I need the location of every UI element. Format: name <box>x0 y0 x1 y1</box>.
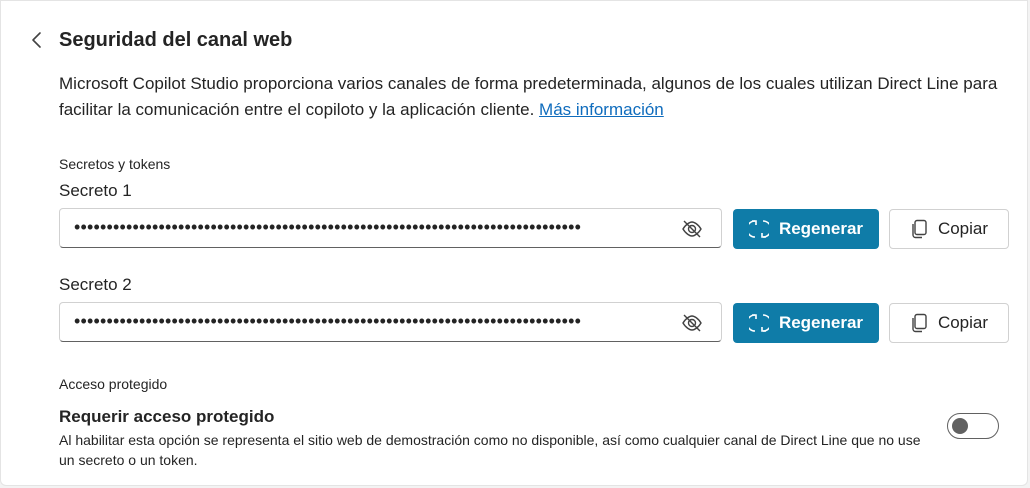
secret-2-label: Secreto 2 <box>59 275 132 294</box>
web-channel-security-panel: Seguridad del canal web Microsoft Copilo… <box>0 0 1028 486</box>
back-button[interactable] <box>25 28 49 52</box>
regenerate-label: Regenerar <box>778 219 864 238</box>
secret-1-label: Secreto 1 <box>59 181 132 200</box>
copy-icon <box>912 219 927 239</box>
eye-off-icon[interactable] <box>681 218 703 240</box>
secrets-section-label: Secretos y tokens <box>59 156 171 172</box>
secret-2-masked-value: ••••••••••••••••••••••••••••••••••••••••… <box>74 311 582 331</box>
chevron-left-icon <box>32 32 41 48</box>
page-title: Seguridad del canal web <box>59 29 293 51</box>
secret-1-masked-value: ••••••••••••••••••••••••••••••••••••••••… <box>74 217 582 237</box>
eye-off-icon[interactable] <box>681 312 703 334</box>
regenerate-secret-2-button[interactable]: Regenerar <box>733 303 879 343</box>
description-text: Microsoft Copilot Studio proporciona var… <box>59 74 998 119</box>
copy-label: Copiar <box>937 219 989 238</box>
regenerate-secret-1-button[interactable]: Regenerar <box>733 209 879 249</box>
copy-icon <box>912 313 927 333</box>
protected-access-section-label: Acceso protegido <box>59 376 168 392</box>
require-protected-access-title: Requerir acceso protegido <box>59 407 275 426</box>
description: Microsoft Copilot Studio proporciona var… <box>59 71 999 123</box>
toggle-knob <box>952 418 968 434</box>
copy-secret-1-button[interactable]: Copiar <box>889 209 1009 249</box>
require-protected-access-toggle[interactable] <box>947 413 999 439</box>
copy-label: Copiar <box>937 313 989 332</box>
secret-1-field[interactable]: ••••••••••••••••••••••••••••••••••••••••… <box>59 208 722 248</box>
refresh-icon <box>748 220 769 238</box>
refresh-icon <box>748 314 769 332</box>
require-protected-access-description: Al habilitar esta opción se representa e… <box>59 432 921 468</box>
copy-secret-2-button[interactable]: Copiar <box>889 303 1009 343</box>
regenerate-label: Regenerar <box>778 313 864 332</box>
learn-more-link[interactable]: Más información <box>539 100 664 119</box>
secret-2-field[interactable]: ••••••••••••••••••••••••••••••••••••••••… <box>59 302 722 342</box>
